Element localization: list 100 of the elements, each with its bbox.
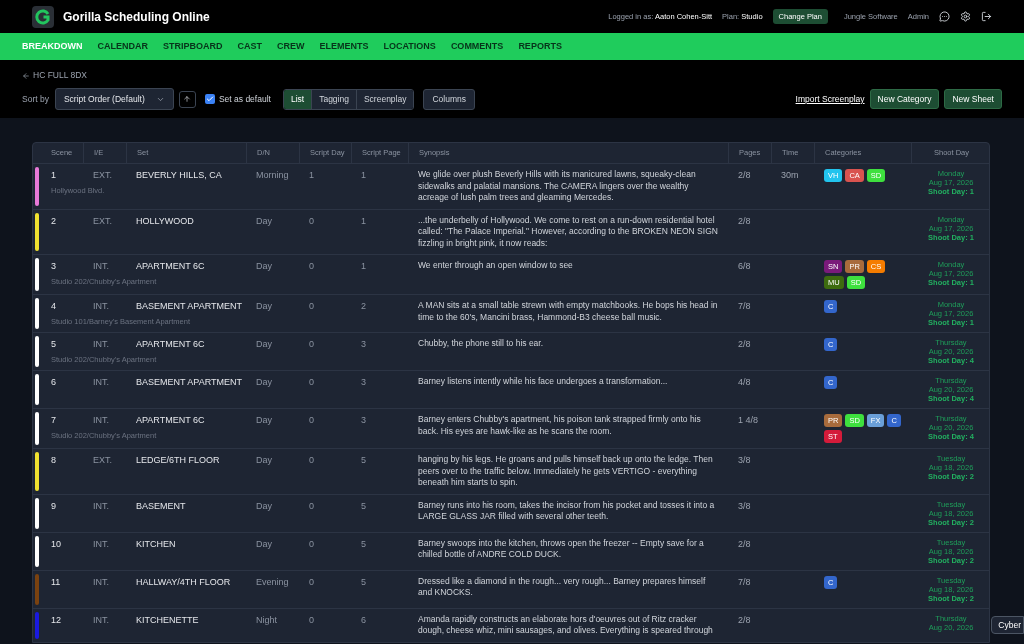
pages-count: 7/8 — [738, 576, 751, 587]
day-night: Day — [256, 455, 272, 465]
pages-count: 2/8 — [738, 215, 751, 226]
nav-tab[interactable]: COMMENTS — [450, 39, 504, 54]
scene-number: 7 — [51, 415, 56, 425]
scene-number: 1 — [51, 170, 56, 180]
nav-tab[interactable]: REPORTS — [518, 39, 562, 54]
pages-count: 2/8 — [738, 170, 751, 180]
synopsis-text: A MAN sits at a small table strewn with empty matchbooks. He bops his head in time to the 60's, Mancini brass, Hammond-B3 cheese ball music. — [418, 300, 719, 323]
set-name: HOLLYWOOD — [136, 215, 194, 226]
script-day: 0 — [309, 339, 314, 349]
script-day: 0 — [309, 415, 314, 425]
view-tab[interactable]: List — [283, 89, 312, 109]
pages-count: 2/8 — [738, 339, 751, 349]
new-sheet-button[interactable]: New Sheet — [944, 89, 1002, 109]
app-title: Gorilla Scheduling Online — [63, 8, 210, 26]
set-name: BASEMENT — [136, 500, 186, 511]
int-ext: INT. — [93, 576, 109, 587]
int-ext: INT. — [93, 339, 109, 349]
set-name: BEVERLY HILLS, CA — [136, 170, 222, 180]
nav-tab[interactable]: CREW — [277, 39, 305, 54]
nav-tab[interactable]: CAST — [237, 39, 262, 54]
synopsis-text: hanging by his legs. He groans and pulls himself back up onto the ledge. Then peers over to the traffic below. Immediately he gets VERTIGO - everything beneath him starts to spin. — [418, 454, 714, 489]
day-night: Day — [256, 377, 272, 387]
day-night: Day — [256, 415, 272, 425]
chat-icon[interactable] — [939, 11, 950, 22]
set-name: APARTMENT 6C — [136, 339, 205, 349]
int-ext: EXT. — [93, 215, 112, 226]
scene-number: 11 — [51, 576, 61, 587]
nav-tab[interactable]: STRIPBOARD — [163, 39, 223, 54]
set-name: BASEMENT APARTMENT — [136, 377, 243, 387]
scene-number: 8 — [51, 455, 56, 465]
int-ext: INT. — [93, 500, 109, 511]
script-page: 1 — [361, 215, 366, 226]
pages-count: 3/8 — [738, 455, 751, 465]
script-day: 0 — [309, 261, 314, 271]
script-page: 3 — [361, 415, 366, 425]
settings-icon[interactable] — [960, 11, 971, 22]
pages-count: 7/8 — [738, 301, 751, 311]
new-category-button[interactable]: New Category — [869, 89, 940, 109]
scene-number: 12 — [51, 614, 61, 625]
view-tab[interactable]: Tagging — [311, 89, 356, 109]
scene-number: 6 — [51, 377, 56, 387]
set-name: HALLWAY/4TH FLOOR — [136, 576, 231, 587]
logo-icon — [32, 5, 54, 28]
nav-tab[interactable]: LOCATIONS — [383, 39, 436, 54]
default-checkbox[interactable] — [204, 94, 215, 104]
check-icon — [205, 95, 214, 103]
int-ext: INT. — [93, 301, 109, 311]
logout-icon[interactable] — [981, 11, 992, 22]
scene-number: 3 — [51, 261, 56, 271]
script-day: 0 — [309, 455, 314, 465]
nav-tab[interactable]: CALENDAR — [97, 39, 148, 54]
synopsis-text: Barney enters Chubby's apartment, his poison tank strapped firmly onto his back. His eyes are hawk-like as he scans the room. — [418, 414, 702, 437]
scene-number: 2 — [51, 215, 56, 226]
script-day: 0 — [309, 538, 314, 549]
set-name: BASEMENT APARTMENT — [136, 301, 243, 311]
pages-count: 2/8 — [738, 614, 751, 625]
back-arrow-icon[interactable] — [22, 71, 30, 80]
script-page: 1 — [361, 170, 366, 180]
script-page: 6 — [361, 614, 366, 625]
back-link[interactable]: HC FULL 8DX — [33, 70, 87, 81]
set-name: APARTMENT 6C — [136, 415, 205, 425]
script-day: 0 — [309, 576, 314, 587]
synopsis-text: We glide over plush Beverly Hills with its manicured lawns, squeaky-clean sidewalks and palatial mansions. The CAMERA lingers over the wealthy acreage of lush palm trees and gleaming Mercedes. — [418, 169, 697, 204]
script-day: 0 — [309, 215, 314, 226]
scene-number: 4 — [51, 301, 56, 311]
int-ext: EXT. — [93, 455, 112, 465]
script-page: 5 — [361, 500, 366, 511]
day-night: Evening — [256, 576, 289, 587]
script-page: 3 — [361, 339, 366, 349]
view-tab[interactable]: Screenplay — [355, 89, 414, 109]
sort-label: Sort by — [22, 92, 49, 106]
arrow-up-icon — [183, 95, 192, 103]
day-night: Morning — [256, 170, 289, 180]
script-day: 0 — [309, 301, 314, 311]
day-night: Day — [256, 500, 272, 511]
day-night: Day — [256, 339, 272, 349]
synopsis-text: Dressed like a diamond in the rough... very rough... Barney prepares himself and KNOCKS. — [418, 575, 707, 599]
pages-count: 6/8 — [738, 261, 751, 271]
script-day: 0 — [309, 614, 314, 625]
synopsis-text: Barney listens intently while his face undergoes a transformation... — [418, 376, 669, 388]
sort-select[interactable]: Script Order (Default) — [54, 88, 174, 110]
script-day: 0 — [309, 377, 314, 387]
synopsis-text: Barney runs into his room, takes the incisor from his pocket and tosses it into a LARGE GLASS JAR filled with several other teeth. — [418, 499, 716, 523]
script-page: 2 — [361, 301, 366, 311]
set-name: KITCHEN — [136, 538, 176, 549]
import-screenplay-link[interactable]: Import Screenplay — [795, 92, 865, 106]
int-ext: INT. — [93, 415, 109, 425]
nav-tab[interactable]: ELEMENTS — [319, 39, 369, 54]
pages-count: 2/8 — [738, 538, 751, 549]
set-name: KITCHENETTE — [136, 614, 199, 625]
day-night: Night — [256, 614, 277, 625]
columns-button[interactable]: Columns — [423, 88, 475, 110]
day-night: Day — [256, 261, 272, 271]
tooltip: Cyber — [991, 616, 1024, 634]
script-page: 3 — [361, 377, 366, 387]
day-night: Day — [256, 538, 272, 549]
script-page: 5 — [361, 538, 366, 549]
day-night: Day — [256, 301, 272, 311]
